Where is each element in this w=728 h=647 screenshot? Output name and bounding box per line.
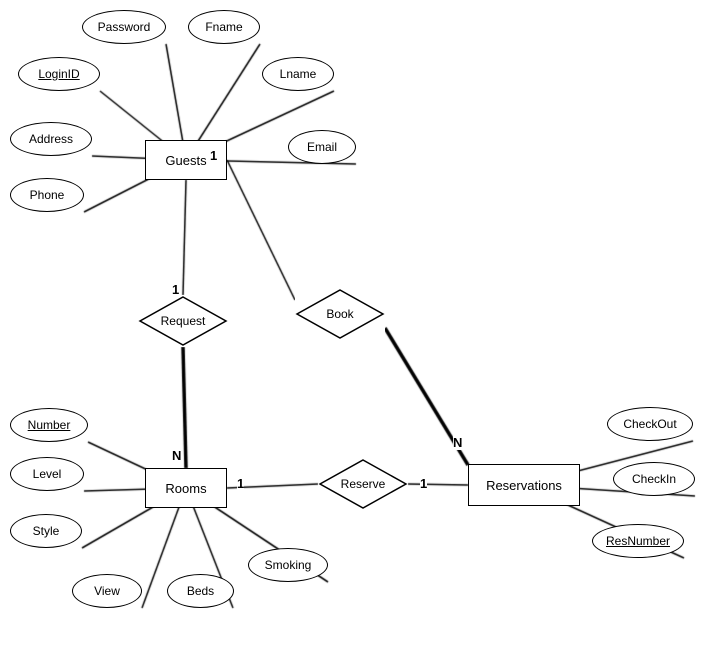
entity-reservations-label: Reservations <box>486 478 562 493</box>
attr-checkout: CheckOut <box>607 407 693 441</box>
attr-number: Number <box>10 408 88 442</box>
er-diagram: Guests Rooms Reservations LoginID Passwo… <box>0 0 728 647</box>
entity-rooms: Rooms <box>145 468 227 508</box>
attr-checkin: CheckIn <box>613 462 695 496</box>
attr-address: Address <box>10 122 92 156</box>
relationship-reserve: Reserve <box>318 458 408 510</box>
card-rooms-request-n: N <box>172 448 181 463</box>
entity-reservations: Reservations <box>468 464 580 506</box>
card-guests-request-1: 1 <box>172 282 179 297</box>
card-guests-rooms-1: 1 <box>210 148 217 163</box>
attr-resnumber: ResNumber <box>592 524 684 558</box>
attr-beds: Beds <box>167 574 234 608</box>
attr-view: View <box>72 574 142 608</box>
attr-email: Email <box>288 130 356 164</box>
attr-loginid: LoginID <box>18 57 100 91</box>
attr-lname: Lname <box>262 57 334 91</box>
attr-phone: Phone <box>10 178 84 212</box>
attr-password: Password <box>82 10 166 44</box>
relationship-book: Book <box>295 288 385 340</box>
entity-guests-label: Guests <box>165 153 206 168</box>
attr-smoking: Smoking <box>248 548 328 582</box>
card-book-reservations-n: N <box>453 435 462 450</box>
entity-rooms-label: Rooms <box>165 481 206 496</box>
attr-fname: Fname <box>188 10 260 44</box>
card-reserve-reservations-1: 1 <box>420 476 427 491</box>
relationship-request: Request <box>138 295 228 347</box>
attr-style: Style <box>10 514 82 548</box>
attr-level: Level <box>10 457 84 491</box>
card-rooms-reserve-1: 1 <box>237 476 244 491</box>
